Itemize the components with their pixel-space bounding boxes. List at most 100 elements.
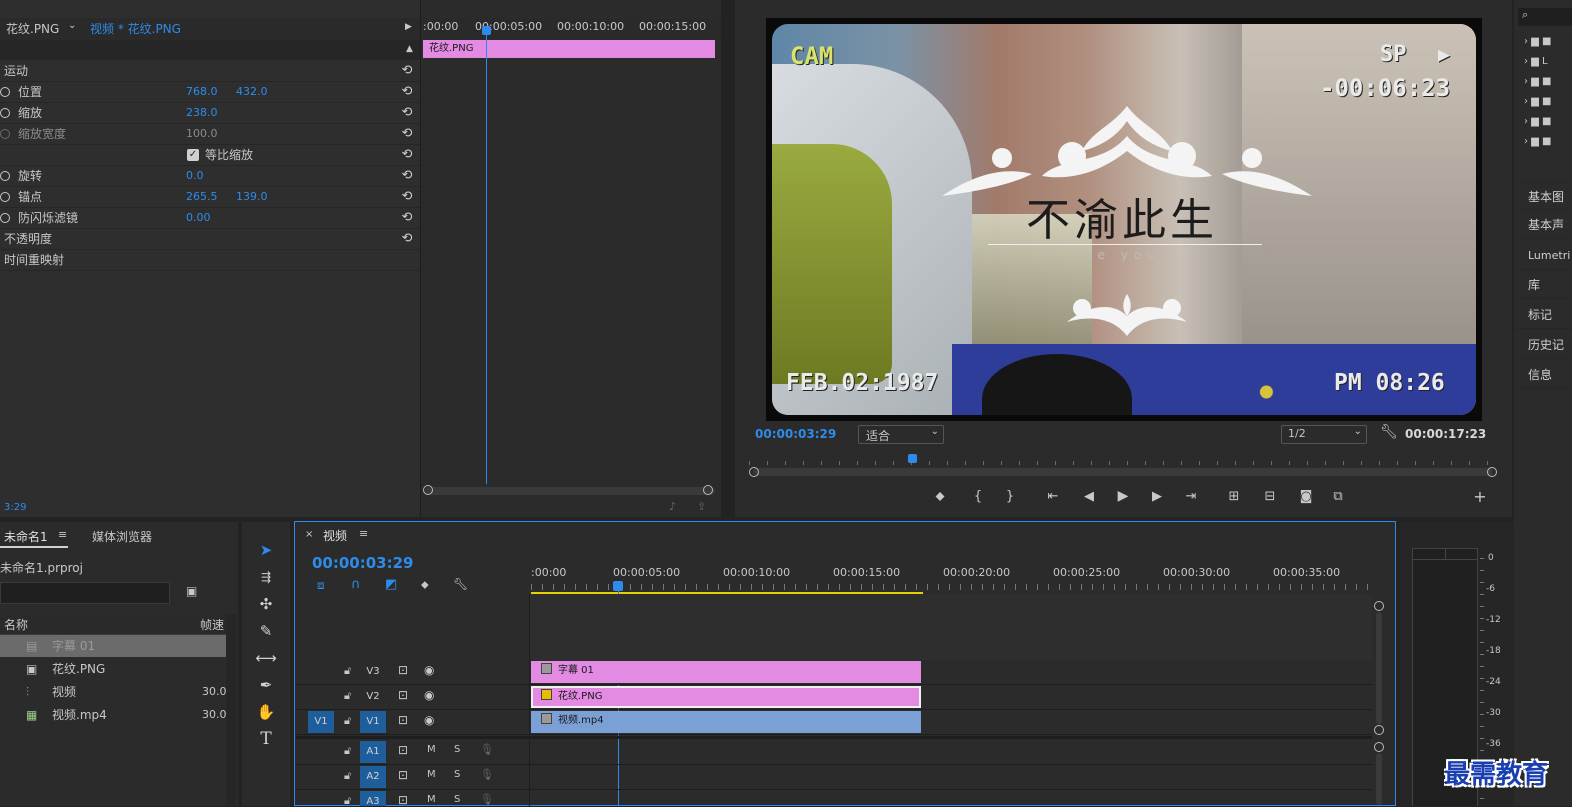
eye-icon[interactable]: ◉ — [424, 663, 434, 677]
chevron-down-icon[interactable]: ⌄ — [68, 20, 76, 31]
play-only-icon[interactable]: ▶ — [405, 22, 412, 32]
track-scroll-handle[interactable] — [1374, 742, 1384, 752]
lock-icon[interactable]: 🔓︎ — [344, 769, 351, 783]
program-scrub-ruler[interactable] — [749, 452, 1495, 466]
track-label-a2[interactable]: A2 — [360, 766, 386, 788]
lock-icon[interactable]: 🔓︎ — [344, 714, 351, 728]
mini-clip[interactable]: 花纹.PNG — [423, 40, 715, 58]
project-scrollbar[interactable] — [226, 614, 236, 806]
solo-button[interactable]: S — [454, 794, 460, 805]
track-scroll-handle[interactable] — [1374, 601, 1384, 611]
lock-icon[interactable]: 🔓︎ — [344, 744, 351, 758]
microphone-icon[interactable]: 🎙︎ — [480, 743, 494, 756]
side-item-essential-sound[interactable]: 基本声 — [1516, 211, 1572, 239]
track-scrollbar[interactable] — [1376, 753, 1382, 805]
sequence-clip-label[interactable]: 视频 * 花纹.PNG — [90, 21, 181, 37]
reset-icon[interactable]: ⟲ — [400, 127, 414, 141]
wrench-icon[interactable]: 🔧︎ — [453, 577, 468, 591]
ripple-edit-tool-icon[interactable]: ✣ — [252, 592, 280, 616]
extract-icon[interactable]: ⊟ — [1261, 489, 1279, 505]
reset-icon[interactable]: ⟲ — [400, 148, 414, 162]
collapse-arrow-icon[interactable]: ▲ — [406, 44, 413, 54]
add-marker-icon[interactable]: ⬥ — [933, 489, 947, 505]
film-toggle-icon[interactable]: ⊡ — [398, 663, 408, 677]
fit-dropdown[interactable]: 适合 ⌄ — [858, 425, 944, 444]
microphone-icon[interactable]: 🎙︎ — [480, 793, 494, 806]
film-toggle-icon[interactable]: ⊡ — [398, 743, 408, 757]
side-item-essential-graphics[interactable]: 基本图 — [1516, 182, 1572, 210]
close-icon[interactable]: × — [305, 529, 313, 540]
program-video-frame[interactable]: CAM SP ▶ -00:06:23 FEB.02:1987 PM 08:26 … — [766, 18, 1482, 421]
track-a2[interactable]: 🔓︎ A2 ⊡ M S 🎙︎ — [296, 765, 1372, 790]
stopwatch-icon[interactable] — [0, 108, 10, 118]
reset-icon[interactable]: ⟲ — [400, 106, 414, 120]
track-label-a1[interactable]: A1 — [360, 741, 386, 763]
position-row[interactable]: 位置 768.0 432.0 ⟲ — [0, 82, 420, 103]
nest-icon[interactable]: ⧈ — [317, 578, 325, 593]
reset-icon[interactable]: ⟲ — [400, 232, 414, 246]
project-item-sequence[interactable]: ⫶ 视频 30.00 — [0, 681, 226, 703]
project-search-input[interactable] — [0, 582, 170, 604]
film-toggle-icon[interactable]: ⊡ — [398, 768, 408, 782]
reset-icon[interactable]: ⟲ — [400, 190, 414, 204]
scale-row[interactable]: 缩放 238.0 ⟲ — [0, 103, 420, 124]
uniform-scale-checkbox[interactable]: ✓ — [187, 149, 199, 161]
type-tool-icon[interactable]: T — [252, 727, 280, 751]
film-toggle-icon[interactable]: ⊡ — [398, 688, 408, 702]
stopwatch-icon[interactable] — [0, 87, 10, 97]
tree-folder-icon[interactable]: › ▆ ■ — [1524, 116, 1552, 127]
eye-icon[interactable]: ◉ — [424, 713, 434, 727]
project-item-subtitle[interactable]: ▤ 字幕 01 — [0, 635, 226, 657]
rotation-row[interactable]: 旋转 0.0 ⟲ — [0, 166, 420, 187]
mini-playhead[interactable] — [486, 26, 487, 484]
zoom-handle-left[interactable] — [749, 467, 759, 477]
side-item-info[interactable]: 信息 — [1516, 361, 1572, 389]
col-name-header[interactable]: 名称 — [4, 616, 28, 633]
step-back-icon[interactable]: ◀︎ — [1081, 489, 1097, 505]
lock-icon[interactable]: 🔓︎ — [344, 664, 351, 678]
track-a3[interactable]: 🔓︎ A3 ⊡ M S 🎙︎ — [296, 790, 1372, 807]
side-item-markers[interactable]: 标记 — [1516, 301, 1572, 329]
eye-icon[interactable]: ◉ — [424, 688, 434, 702]
timeline-ruler[interactable]: :00:00 00:00:05:00 00:00:10:00 00:00:15:… — [531, 562, 1377, 594]
lock-icon[interactable]: 🔓︎ — [344, 794, 351, 806]
track-select-tool-icon[interactable]: ⇶ — [252, 565, 280, 589]
track-a1[interactable]: 🔓︎ A1 ⊡ M S 🎙︎ — [296, 740, 1372, 765]
track-label-v1[interactable]: V1 — [360, 711, 386, 733]
selection-tool-icon[interactable]: ➤ — [252, 538, 280, 562]
razor-tool-icon[interactable]: ✎ — [252, 619, 280, 643]
solo-button[interactable]: S — [454, 769, 460, 780]
add-button-icon[interactable]: + — [1471, 489, 1489, 505]
pen-tool-icon[interactable]: ✒ — [252, 673, 280, 697]
clip-subtitle[interactable]: 字幕 01 — [531, 661, 921, 683]
scroll-handle-right[interactable] — [703, 485, 713, 495]
lock-icon[interactable]: 🔓︎ — [344, 689, 351, 703]
effect-controls-time[interactable]: 3:29 — [4, 502, 26, 513]
anchor-x-value[interactable]: 265.5 — [186, 187, 218, 207]
tree-folder-icon[interactable]: › ▆ L — [1524, 56, 1548, 67]
mini-scrollbar[interactable] — [425, 487, 715, 495]
hamburger-menu-icon[interactable]: ≡ — [58, 528, 67, 541]
go-to-out-icon[interactable]: ⇥ — [1183, 489, 1199, 505]
clip-png[interactable]: 花纹.PNG — [531, 686, 921, 708]
film-toggle-icon[interactable]: ⊡ — [398, 713, 408, 727]
program-playhead[interactable] — [908, 454, 917, 463]
snap-magnet-icon[interactable]: ∩ — [351, 577, 361, 592]
side-search-box[interactable]: ⌕ — [1518, 8, 1572, 26]
hamburger-menu-icon[interactable]: ≡ — [359, 527, 368, 540]
program-zoom-bar[interactable] — [753, 468, 1493, 476]
time-remap-row[interactable]: 时间重映射 — [0, 250, 420, 271]
anchor-row[interactable]: 锚点 265.5 139.0 ⟲ — [0, 187, 420, 208]
mini-playhead-head[interactable] — [482, 26, 491, 35]
clip-video[interactable]: 视频.mp4 — [531, 711, 921, 733]
source-patch-v1[interactable]: V1 — [308, 711, 334, 733]
film-toggle-icon[interactable]: ⊡ — [398, 793, 408, 806]
zoom-handle-right[interactable] — [1487, 467, 1497, 477]
track-scrollbar[interactable] — [1376, 612, 1382, 724]
side-item-lumetri[interactable]: Lumetri — [1516, 242, 1572, 270]
position-y-value[interactable]: 432.0 — [236, 82, 268, 102]
slip-tool-icon[interactable]: ⟷ — [252, 646, 280, 670]
track-label-a3[interactable]: A3 — [360, 791, 386, 806]
project-item-png[interactable]: ▣ 花纹.PNG — [0, 658, 226, 680]
mark-in-icon[interactable]: { — [971, 489, 985, 505]
